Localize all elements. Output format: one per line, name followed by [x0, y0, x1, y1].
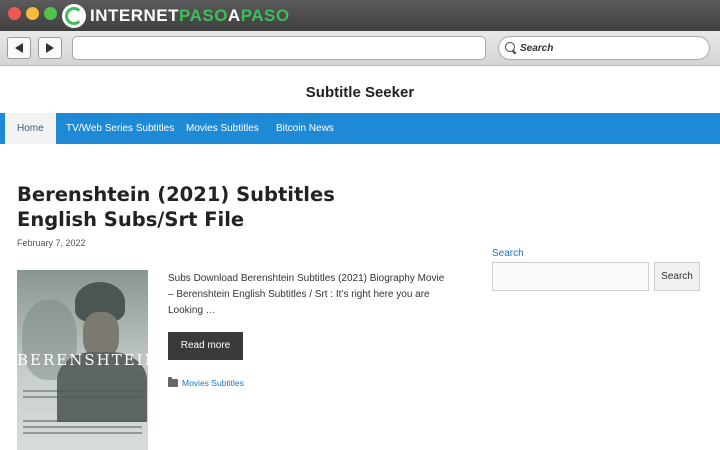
- maximize-window-button[interactable]: [44, 7, 57, 20]
- menu-item-tv-web-series[interactable]: TV/Web Series Subtitles: [66, 113, 174, 144]
- menu-item-home[interactable]: Home: [5, 113, 56, 144]
- sidebar-search-input[interactable]: [492, 262, 649, 291]
- watermark-logo: INTERNETPASOAPASO: [62, 3, 290, 29]
- post-date: February 7, 2022: [17, 238, 86, 248]
- post-title[interactable]: Berenshtein (2021) Subtitles English Sub…: [17, 182, 377, 232]
- brand-text-part1: INTERNET: [90, 6, 179, 25]
- poster-title: BERENSHTEIN: [17, 351, 148, 369]
- site-title[interactable]: Subtitle Seeker: [0, 84, 720, 101]
- sidebar-search-button[interactable]: Search: [654, 262, 700, 291]
- post-excerpt: Subs Download Berenshtein Subtitles (202…: [168, 273, 445, 316]
- brand-text-part4: PASO: [240, 6, 290, 25]
- post-category: Movies Subtitles: [168, 377, 244, 388]
- close-window-button[interactable]: [8, 7, 21, 20]
- category-link[interactable]: Movies Subtitles: [182, 378, 244, 388]
- forward-button[interactable]: [38, 37, 62, 59]
- back-button[interactable]: [7, 37, 31, 59]
- menu-item-bitcoin-news[interactable]: Bitcoin News: [276, 113, 334, 144]
- logo-icon: [62, 4, 86, 28]
- browser-toolbar: Search: [0, 31, 720, 66]
- browser-titlebar: INTERNETPASOAPASO: [0, 0, 720, 31]
- brand-text-part3: A: [227, 6, 241, 25]
- arrow-right-icon: [46, 43, 54, 53]
- browser-search-field[interactable]: Search: [498, 36, 710, 60]
- sidebar-search-title: Search: [492, 248, 524, 259]
- brand-text-part2: PASO: [179, 6, 228, 25]
- menu-item-movies-subtitles[interactable]: Movies Subtitles: [186, 113, 259, 144]
- address-bar[interactable]: [72, 36, 486, 60]
- folder-icon: [168, 377, 178, 387]
- main-menu: Home TV/Web Series Subtitles Movies Subt…: [0, 113, 720, 144]
- minimize-window-button[interactable]: [26, 7, 39, 20]
- browser-search-placeholder: Search: [520, 42, 554, 54]
- arrow-left-icon: [15, 43, 23, 53]
- movie-poster[interactable]: BERENSHTEIN: [17, 270, 148, 450]
- search-icon: [505, 42, 517, 54]
- read-more-button[interactable]: Read more: [168, 332, 243, 360]
